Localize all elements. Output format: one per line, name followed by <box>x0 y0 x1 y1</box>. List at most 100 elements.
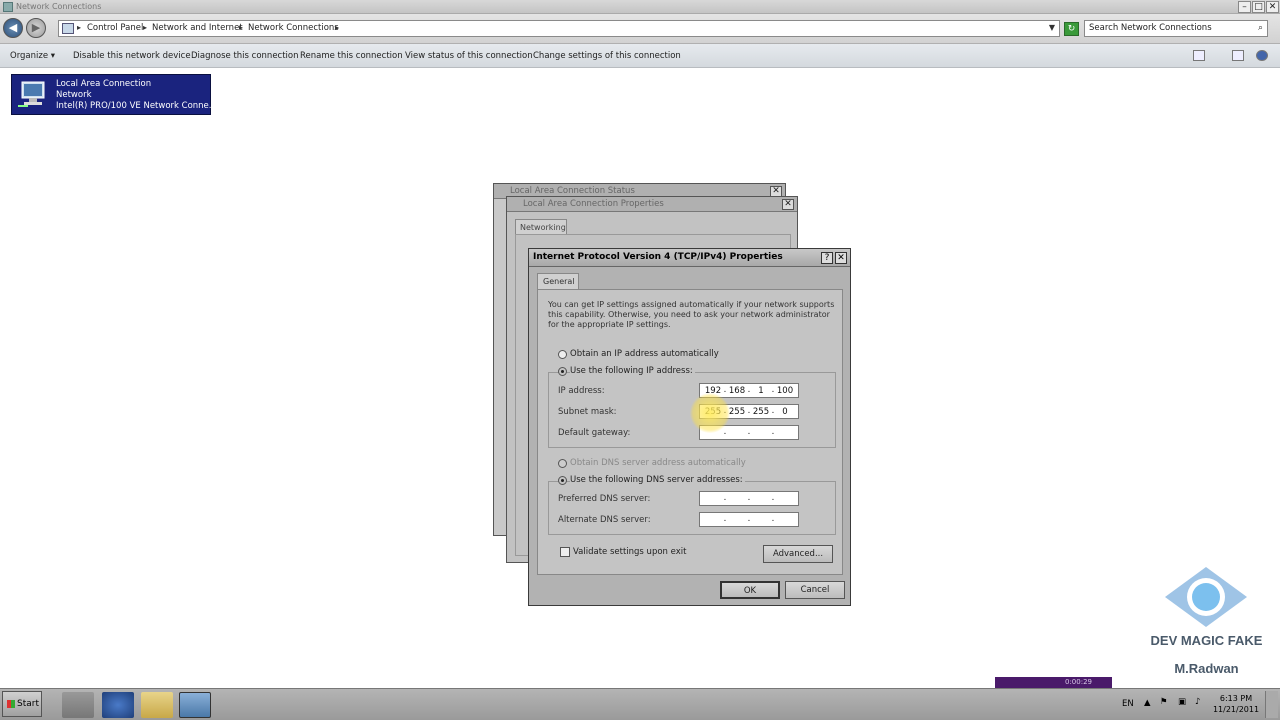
subnet-mask-label: Subnet mask: <box>558 407 617 417</box>
window-titlebar: Network Connections – □ ✕ <box>0 0 1280 14</box>
tray-arrow-icon[interactable]: ▲ <box>1144 698 1151 708</box>
general-panel: You can get IP settings assigned automat… <box>537 289 843 575</box>
minimize-button[interactable]: – <box>1238 1 1251 13</box>
chevron-down-icon[interactable]: ▼ <box>1049 23 1055 32</box>
default-gateway-label: Default gateway: <box>558 428 631 438</box>
rename-button[interactable]: Rename this connection <box>300 51 403 61</box>
tab-general[interactable]: General <box>537 273 579 290</box>
use-following-dns-radio[interactable] <box>558 476 567 485</box>
clock-date: 11/21/2011 <box>1212 705 1260 714</box>
tab-networking[interactable]: Networking <box>515 219 567 235</box>
mask-dot: . <box>771 406 775 416</box>
dns-dot: . <box>723 514 727 524</box>
breadcrumb-separator-icon[interactable]: ▸ <box>239 23 243 32</box>
ip-address-label: IP address: <box>558 386 605 396</box>
server-manager-icon[interactable] <box>62 692 94 718</box>
watermark-title: DEV MAGIC FAKE <box>1150 633 1263 648</box>
validate-settings-checkbox[interactable] <box>560 547 570 557</box>
obtain-dns-auto-radio[interactable] <box>558 459 567 468</box>
dns-dot: . <box>771 493 775 503</box>
dev-magic-fake-logo-icon <box>1165 567 1247 627</box>
back-button[interactable]: ◀ <box>3 18 23 38</box>
ipv4-dialog-titlebar: Internet Protocol Version 4 (TCP/IPv4) P… <box>529 249 850 267</box>
taskbar-clock[interactable]: 6:13 PM 11/21/2011 <box>1210 693 1262 715</box>
network-tray-icon[interactable]: ▣ <box>1178 697 1186 707</box>
mask-octet-2: 255 <box>728 407 746 417</box>
view-status-button[interactable]: View status of this connection <box>405 51 533 61</box>
explorer-folder-icon[interactable] <box>141 692 173 718</box>
ok-button[interactable]: OK <box>720 581 780 599</box>
mask-octet-3: 255 <box>752 407 770 417</box>
network-connections-taskbar-icon[interactable] <box>179 692 211 718</box>
breadcrumb-separator-icon[interactable]: ▸ <box>335 23 339 32</box>
start-button[interactable]: Start <box>2 691 42 717</box>
ip-dot: . <box>723 385 727 395</box>
refresh-icon[interactable]: ↻ <box>1064 22 1079 36</box>
search-input[interactable]: Search Network Connections ⌕ <box>1084 20 1268 37</box>
breadcrumb-separator-icon[interactable]: ▸ <box>143 23 147 32</box>
search-placeholder: Search Network Connections <box>1089 23 1212 33</box>
ip-octet-2: 168 <box>728 386 746 396</box>
breadcrumb-control-panel[interactable]: Control Panel <box>87 23 143 33</box>
cancel-button[interactable]: Cancel <box>785 581 845 599</box>
gateway-dot: . <box>723 427 727 437</box>
breadcrumb-separator-icon[interactable]: ▸ <box>77 23 81 32</box>
address-row: ◀ ▶ ▸ Control Panel ▸ Network and Intern… <box>0 14 1280 44</box>
dialog-close-button[interactable]: ✕ <box>835 252 847 264</box>
ipv4-dialog-title: Internet Protocol Version 4 (TCP/IPv4) P… <box>533 252 783 262</box>
ipv4-properties-dialog: Internet Protocol Version 4 (TCP/IPv4) P… <box>528 248 851 606</box>
obtain-ip-auto-radio[interactable] <box>558 350 567 359</box>
forward-button[interactable]: ▶ <box>26 18 46 38</box>
disable-device-button[interactable]: Disable this network device <box>73 51 191 61</box>
advanced-button[interactable]: Advanced... <box>763 545 833 563</box>
change-settings-button[interactable]: Change settings of this connection <box>533 51 681 61</box>
language-indicator[interactable]: EN <box>1122 699 1134 709</box>
use-following-ip-label[interactable]: Use the following IP address: <box>570 366 695 376</box>
use-following-dns-label[interactable]: Use the following DNS server addresses: <box>570 475 745 485</box>
organize-menu[interactable]: Organize ▾ <box>10 51 55 61</box>
alternate-dns-field[interactable]: . . . <box>699 512 799 527</box>
address-bar[interactable]: ▸ Control Panel ▸ Network and Internet ▸… <box>58 20 1060 37</box>
cursor-highlight <box>690 393 730 433</box>
local-area-connection-item[interactable]: Local Area Connection Network Intel(R) P… <box>11 74 217 115</box>
ip-octet-3: 1 <box>758 386 764 396</box>
search-icon[interactable]: ⌕ <box>1258 23 1263 33</box>
view-options-icon[interactable] <box>1193 50 1205 61</box>
validate-settings-label[interactable]: Validate settings upon exit <box>573 547 686 557</box>
use-following-ip-radio[interactable] <box>558 367 567 376</box>
show-desktop-button[interactable] <box>1265 691 1278 718</box>
help-button[interactable]: ? <box>821 252 833 264</box>
diagnose-button[interactable]: Diagnose this connection <box>191 51 299 61</box>
dns-dot: . <box>723 493 727 503</box>
watermark-author: M.Radwan <box>1174 661 1239 676</box>
mask-octet-4: 0 <box>782 407 788 417</box>
status-dialog-title: Local Area Connection Status <box>510 186 635 196</box>
preview-pane-icon[interactable] <box>1232 50 1244 61</box>
dns-dot: . <box>747 514 751 524</box>
preferred-dns-label: Preferred DNS server: <box>558 494 651 504</box>
dns-dot: . <box>747 493 751 503</box>
gateway-dot: . <box>771 427 775 437</box>
maximize-button[interactable]: □ <box>1252 1 1265 13</box>
obtain-dns-auto-label[interactable]: Obtain DNS server address automatically <box>570 458 746 468</box>
breadcrumb-network-internet[interactable]: Network and Internet <box>152 23 243 33</box>
ip-dot: . <box>771 385 775 395</box>
close-button[interactable]: ✕ <box>1266 1 1279 13</box>
ip-octet-4: 100 <box>776 386 794 396</box>
ip-dot: . <box>747 385 751 395</box>
breadcrumb-network-connections[interactable]: Network Connections <box>248 23 339 33</box>
window-title: Network Connections <box>16 2 102 11</box>
command-bar: Organize ▾ Disable this network device D… <box>0 44 1280 68</box>
alternate-dns-label: Alternate DNS server: <box>558 515 651 525</box>
volume-icon[interactable]: ♪ <box>1195 697 1200 707</box>
preferred-dns-field[interactable]: . . . <box>699 491 799 506</box>
powershell-icon[interactable] <box>102 692 134 718</box>
close-icon[interactable]: ✕ <box>782 199 794 210</box>
action-center-icon[interactable]: ⚑ <box>1160 697 1168 707</box>
connection-network: Network <box>56 90 92 100</box>
control-panel-icon <box>62 23 74 34</box>
help-icon[interactable] <box>1256 50 1268 61</box>
gateway-dot: . <box>747 427 751 437</box>
taskbar: Start EN ▲ ⚑ ▣ ♪ 6:13 PM 11/21/2011 <box>0 688 1280 720</box>
obtain-ip-auto-label[interactable]: Obtain an IP address automatically <box>570 349 719 359</box>
